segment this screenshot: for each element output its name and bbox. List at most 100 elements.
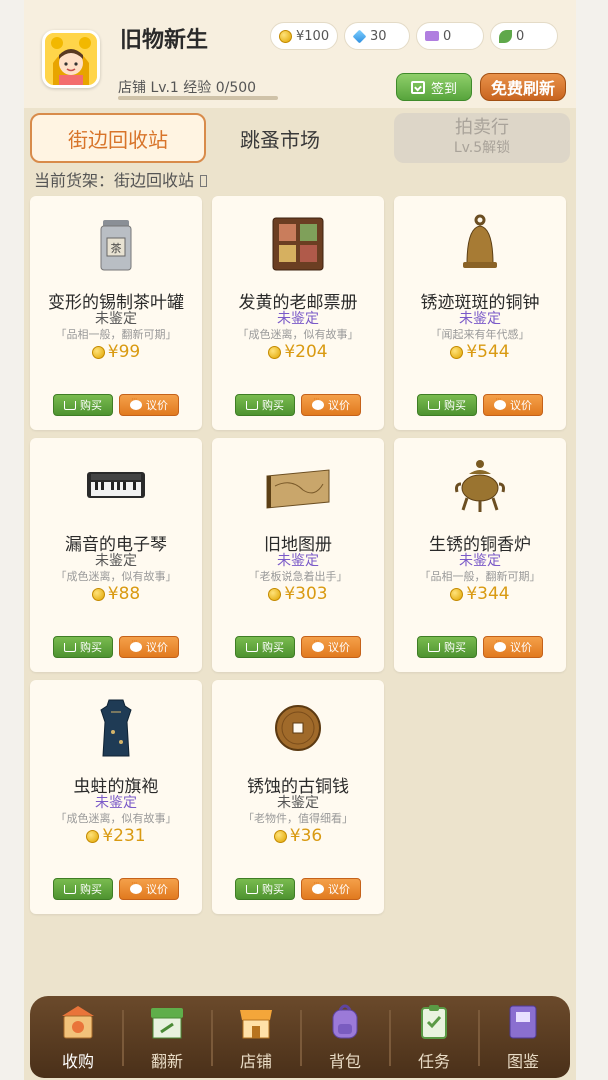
haggle-button[interactable]: 议价 xyxy=(301,636,361,658)
cart-icon xyxy=(428,642,440,652)
buy-button[interactable]: 购买 xyxy=(235,878,295,900)
haggle-label: 议价 xyxy=(328,399,350,412)
item-price-value: ¥36 xyxy=(289,826,323,846)
coin-icon xyxy=(91,345,105,359)
free-refresh-button[interactable]: 免费刷新 xyxy=(480,73,566,101)
ticket-value: 0 xyxy=(443,28,452,44)
buy-label: 购买 xyxy=(80,399,102,412)
nav-label: 背包 xyxy=(328,1052,361,1071)
diamond-value: 30 xyxy=(370,28,387,44)
tab-street-recycling[interactable]: 街边回收站 xyxy=(30,113,206,163)
item-quote: 「品相一般，翻新可期」 xyxy=(419,570,541,583)
cart-icon xyxy=(246,642,258,652)
chat-bubble-icon xyxy=(130,637,142,652)
diamond-balance[interactable]: 30 xyxy=(344,22,410,50)
item-card[interactable]: 锈蚀的古铜钱 未鉴定 「老物件，值得细看」 ¥36 购买 议价 xyxy=(212,680,384,914)
buy-button[interactable]: 购买 xyxy=(417,394,477,416)
item-price-value: ¥231 xyxy=(102,826,146,846)
item-status: 未鉴定 xyxy=(277,311,319,327)
haggle-button[interactable]: 议价 xyxy=(483,394,543,416)
nav-item-book[interactable]: 图鉴 xyxy=(479,996,567,1078)
tea-tin-icon: 茶 xyxy=(81,214,151,274)
buy-button[interactable]: 购买 xyxy=(235,636,295,658)
haggle-button[interactable]: 议价 xyxy=(119,878,179,900)
coin-icon xyxy=(450,345,464,359)
cart-icon xyxy=(64,884,76,894)
haggle-button[interactable]: 议价 xyxy=(301,394,361,416)
nav-divider xyxy=(122,1010,124,1066)
item-card[interactable]: 锈迹斑斑的铜钟 未鉴定 「闻起来有年代感」 ¥544 购买 议价 xyxy=(394,196,566,430)
coin-icon xyxy=(268,587,282,601)
svg-text:茶: 茶 xyxy=(111,242,122,255)
coin-icon xyxy=(450,587,464,601)
haggle-button[interactable]: 议价 xyxy=(119,394,179,416)
item-price: ¥204 xyxy=(212,342,384,362)
haggle-button[interactable]: 议价 xyxy=(483,636,543,658)
book-icon xyxy=(503,1002,543,1042)
nav-divider xyxy=(389,1010,391,1066)
item-status: 未鉴定 xyxy=(95,795,137,811)
chat-bubble-icon xyxy=(494,395,506,410)
item-quote: 「品相一般，翻新可期」 xyxy=(55,328,177,341)
buy-button[interactable]: 购买 xyxy=(53,636,113,658)
item-card[interactable]: 虫蛀的旗袍 未鉴定 「成色迷离，似有故事」 ¥231 购买 议价 xyxy=(30,680,202,914)
coin-icon xyxy=(91,587,105,601)
haggle-label: 议价 xyxy=(328,883,350,896)
buy-button[interactable]: 购买 xyxy=(235,394,295,416)
tab-auction-locked[interactable]: 拍卖行 Lv.5解锁 xyxy=(394,113,570,163)
item-price: ¥344 xyxy=(394,584,566,604)
bottom-nav: 收购 翻新 店铺 背包 任务 图鉴 xyxy=(30,996,570,1078)
item-card[interactable]: 生锈的铜香炉 未鉴定 「品相一般，翻新可期」 ¥344 购买 议价 xyxy=(394,438,566,672)
nav-label: 任务 xyxy=(417,1052,450,1071)
haggle-button[interactable]: 议价 xyxy=(301,878,361,900)
item-card[interactable]: 发黄的老邮票册 未鉴定 「成色迷离，似有故事」 ¥204 购买 议价 xyxy=(212,196,384,430)
coin-balance[interactable]: ¥100 xyxy=(270,22,338,50)
nav-item-clipboard[interactable]: 任务 xyxy=(390,996,478,1078)
item-card[interactable]: 茶 变形的锡制茶叶罐 未鉴定 「品相一般，翻新可期」 ¥99 购买 议价 xyxy=(30,196,202,430)
haggle-button[interactable]: 议价 xyxy=(119,636,179,658)
item-quote: 「闻起来有年代感」 xyxy=(430,328,530,341)
nav-item-workshop[interactable]: 翻新 xyxy=(123,996,211,1078)
signin-button[interactable]: 签到 xyxy=(396,73,472,101)
item-card[interactable]: 旧地图册 未鉴定 「老板说急着出手」 ¥303 购买 议价 xyxy=(212,438,384,672)
nav-item-shop-box[interactable]: 收购 xyxy=(34,996,122,1078)
header: 旧物新生 店铺 Lv.1 经验 0/500 ¥100 30 0 0 签到 免费刷… xyxy=(24,0,576,108)
storefront-icon xyxy=(236,1002,276,1042)
ticket-balance[interactable]: 0 xyxy=(416,22,484,50)
haggle-label: 议价 xyxy=(328,641,350,654)
workshop-icon xyxy=(147,1002,187,1042)
cart-icon xyxy=(64,400,76,410)
item-status: 未鉴定 xyxy=(277,795,319,811)
buy-button[interactable]: 购买 xyxy=(417,636,477,658)
item-status: 未鉴定 xyxy=(459,311,501,327)
nav-divider xyxy=(300,1010,302,1066)
buy-label: 购买 xyxy=(262,641,284,654)
nav-item-storefront[interactable]: 店铺 xyxy=(212,996,300,1078)
haggle-label: 议价 xyxy=(146,883,168,896)
cart-icon xyxy=(64,642,76,652)
item-price-value: ¥344 xyxy=(466,584,510,604)
game-screen: 旧物新生 店铺 Lv.1 经验 0/500 ¥100 30 0 0 签到 免费刷… xyxy=(24,0,576,1080)
copper-coin-icon xyxy=(263,698,333,758)
buy-button[interactable]: 购买 xyxy=(53,394,113,416)
cart-icon xyxy=(246,400,258,410)
player-avatar[interactable] xyxy=(42,30,100,88)
chat-bubble-icon xyxy=(130,879,142,894)
nav-item-backpack[interactable]: 背包 xyxy=(301,996,389,1078)
coin-icon xyxy=(273,829,287,843)
item-card[interactable]: 漏音的电子琴 未鉴定 「成色迷离，似有故事」 ¥88 购买 议价 xyxy=(30,438,202,672)
auction-unlock-hint: Lv.5解锁 xyxy=(453,140,511,156)
incense-burner-icon xyxy=(445,456,515,516)
chat-bubble-icon xyxy=(312,395,324,410)
buy-label: 购买 xyxy=(444,399,466,412)
nav-label: 图鉴 xyxy=(506,1052,539,1071)
leaf-balance[interactable]: 0 xyxy=(490,22,558,50)
haggle-label: 议价 xyxy=(146,641,168,654)
item-price: ¥88 xyxy=(30,584,202,604)
coin-icon xyxy=(86,829,100,843)
buy-button[interactable]: 购买 xyxy=(53,878,113,900)
buy-label: 购买 xyxy=(262,399,284,412)
shop-box-icon xyxy=(58,1002,98,1042)
nav-label: 收购 xyxy=(61,1052,94,1071)
tab-flea-market[interactable]: 跳蚤市场 xyxy=(220,113,340,163)
